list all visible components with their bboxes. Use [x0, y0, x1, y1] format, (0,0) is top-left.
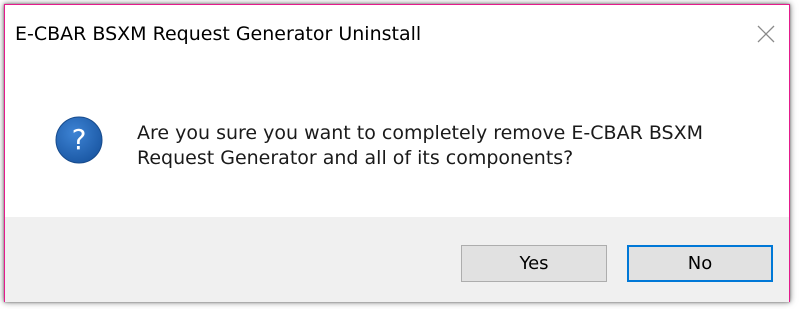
svg-text:?: ? [72, 123, 87, 156]
message-line-1: Are you sure you want to completely remo… [137, 122, 703, 144]
question-icon: ? [55, 116, 103, 164]
uninstall-dialog: E-CBAR BSXM Request Generator Uninstall … [4, 4, 790, 302]
close-button[interactable] [749, 19, 783, 49]
message-line-2: Request Generator and all of its compone… [137, 147, 574, 169]
button-bar: Yes No [5, 217, 789, 302]
confirmation-message: Are you sure you want to completely remo… [137, 121, 767, 171]
close-icon [757, 25, 775, 43]
no-button[interactable]: No [627, 245, 773, 282]
dialog-title: E-CBAR BSXM Request Generator Uninstall [15, 23, 422, 45]
dialog-content: ? Are you sure you want to completely re… [5, 63, 789, 217]
yes-button[interactable]: Yes [461, 245, 607, 282]
title-bar: E-CBAR BSXM Request Generator Uninstall [5, 5, 789, 63]
